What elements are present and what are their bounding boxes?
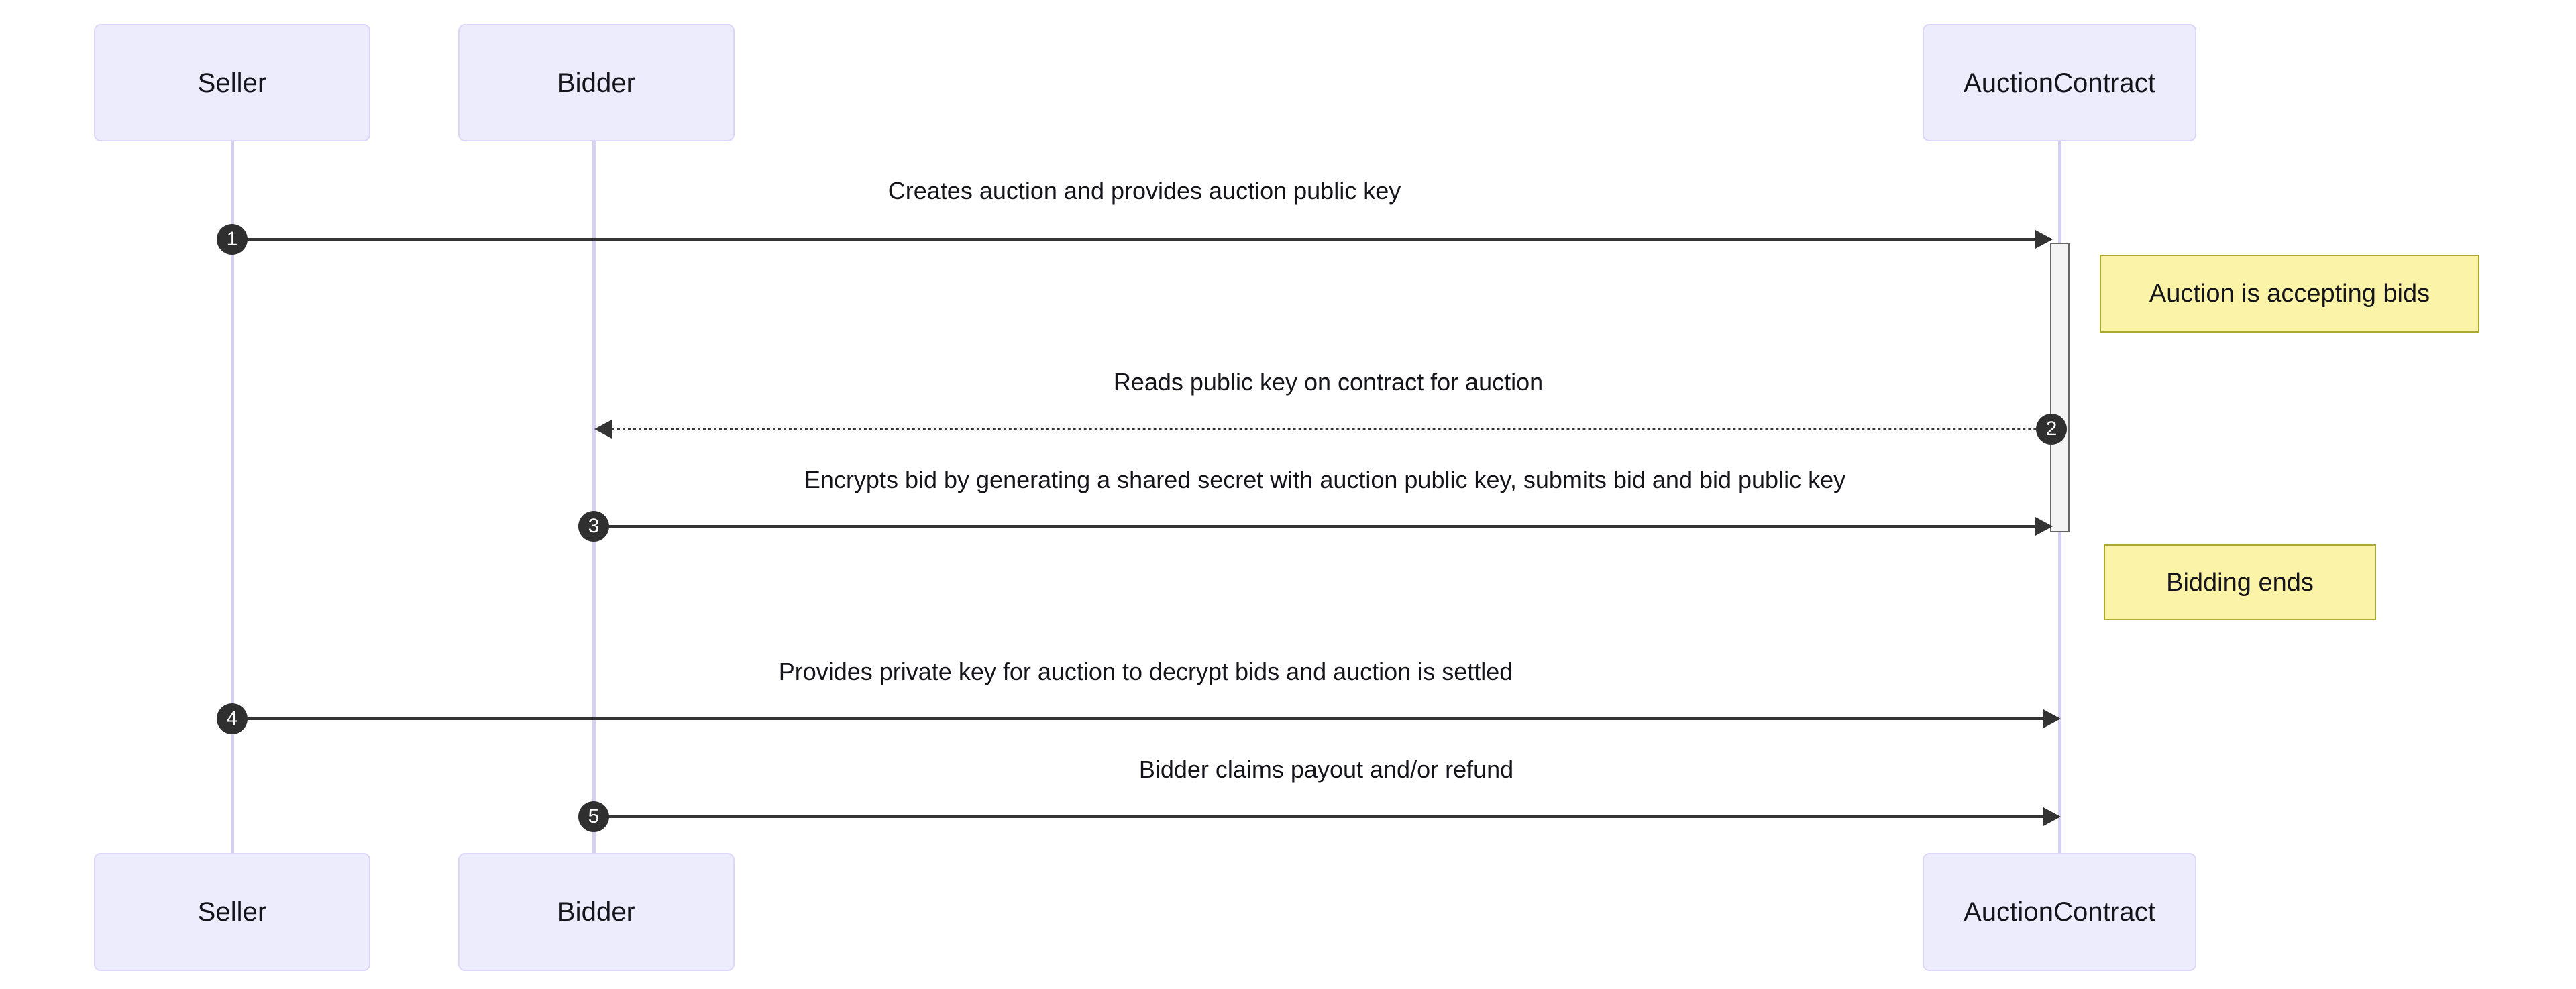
message-1-line bbox=[232, 238, 2051, 241]
lifeline-bidder bbox=[592, 141, 596, 855]
participant-seller-top-label: Seller bbox=[197, 68, 267, 98]
message-5-sequence-number: 5 bbox=[578, 801, 609, 832]
sequence-diagram-canvas: Seller Bidder AuctionContract Creates au… bbox=[0, 0, 2576, 989]
participant-seller-bottom[interactable]: Seller bbox=[94, 853, 370, 971]
message-3-arrowhead bbox=[2035, 517, 2053, 536]
message-3-label: Encrypts bid by generating a shared secr… bbox=[804, 466, 1846, 493]
participant-seller-bottom-label: Seller bbox=[197, 897, 267, 927]
participant-contract-top-label: AuctionContract bbox=[1963, 68, 2156, 98]
note-auction-accepting-bids: Auction is accepting bids bbox=[2100, 255, 2479, 333]
participant-contract-top[interactable]: AuctionContract bbox=[1923, 24, 2196, 141]
message-5-arrowhead bbox=[2043, 807, 2061, 826]
note-bidding-ends: Bidding ends bbox=[2104, 544, 2376, 620]
participant-contract-bottom-label: AuctionContract bbox=[1963, 897, 2156, 927]
participant-contract-bottom[interactable]: AuctionContract bbox=[1923, 853, 2196, 971]
message-5-line bbox=[594, 815, 2059, 818]
message-5-label: Bidder claims payout and/or refund bbox=[1138, 756, 1514, 783]
message-4-label: Provides private key for auction to decr… bbox=[778, 658, 1513, 685]
activation-bar-contract bbox=[2050, 243, 2070, 532]
participant-bidder-top-label: Bidder bbox=[557, 68, 636, 98]
participant-bidder-bottom[interactable]: Bidder bbox=[458, 853, 735, 971]
message-4-sequence-number: 4 bbox=[217, 703, 248, 734]
message-3-line bbox=[594, 525, 2051, 528]
message-3-sequence-number: 3 bbox=[578, 511, 609, 542]
participant-seller-top[interactable]: Seller bbox=[94, 24, 370, 141]
message-4-arrowhead bbox=[2043, 709, 2061, 728]
message-2-label: Reads public key on contract for auction bbox=[1113, 368, 1544, 396]
message-2-arrowhead bbox=[594, 420, 612, 439]
participant-bidder-top[interactable]: Bidder bbox=[458, 24, 735, 141]
participant-bidder-bottom-label: Bidder bbox=[557, 897, 636, 927]
message-1-arrowhead bbox=[2035, 230, 2053, 249]
note-auction-accepting-bids-text: Auction is accepting bids bbox=[2149, 280, 2430, 308]
message-4-line bbox=[232, 717, 2059, 720]
note-bidding-ends-text: Bidding ends bbox=[2166, 568, 2314, 597]
message-1-sequence-number: 1 bbox=[217, 224, 248, 255]
message-1-label: Creates auction and provides auction pub… bbox=[888, 177, 1401, 205]
message-2-line bbox=[596, 428, 2049, 430]
message-2-sequence-number: 2 bbox=[2036, 414, 2067, 445]
